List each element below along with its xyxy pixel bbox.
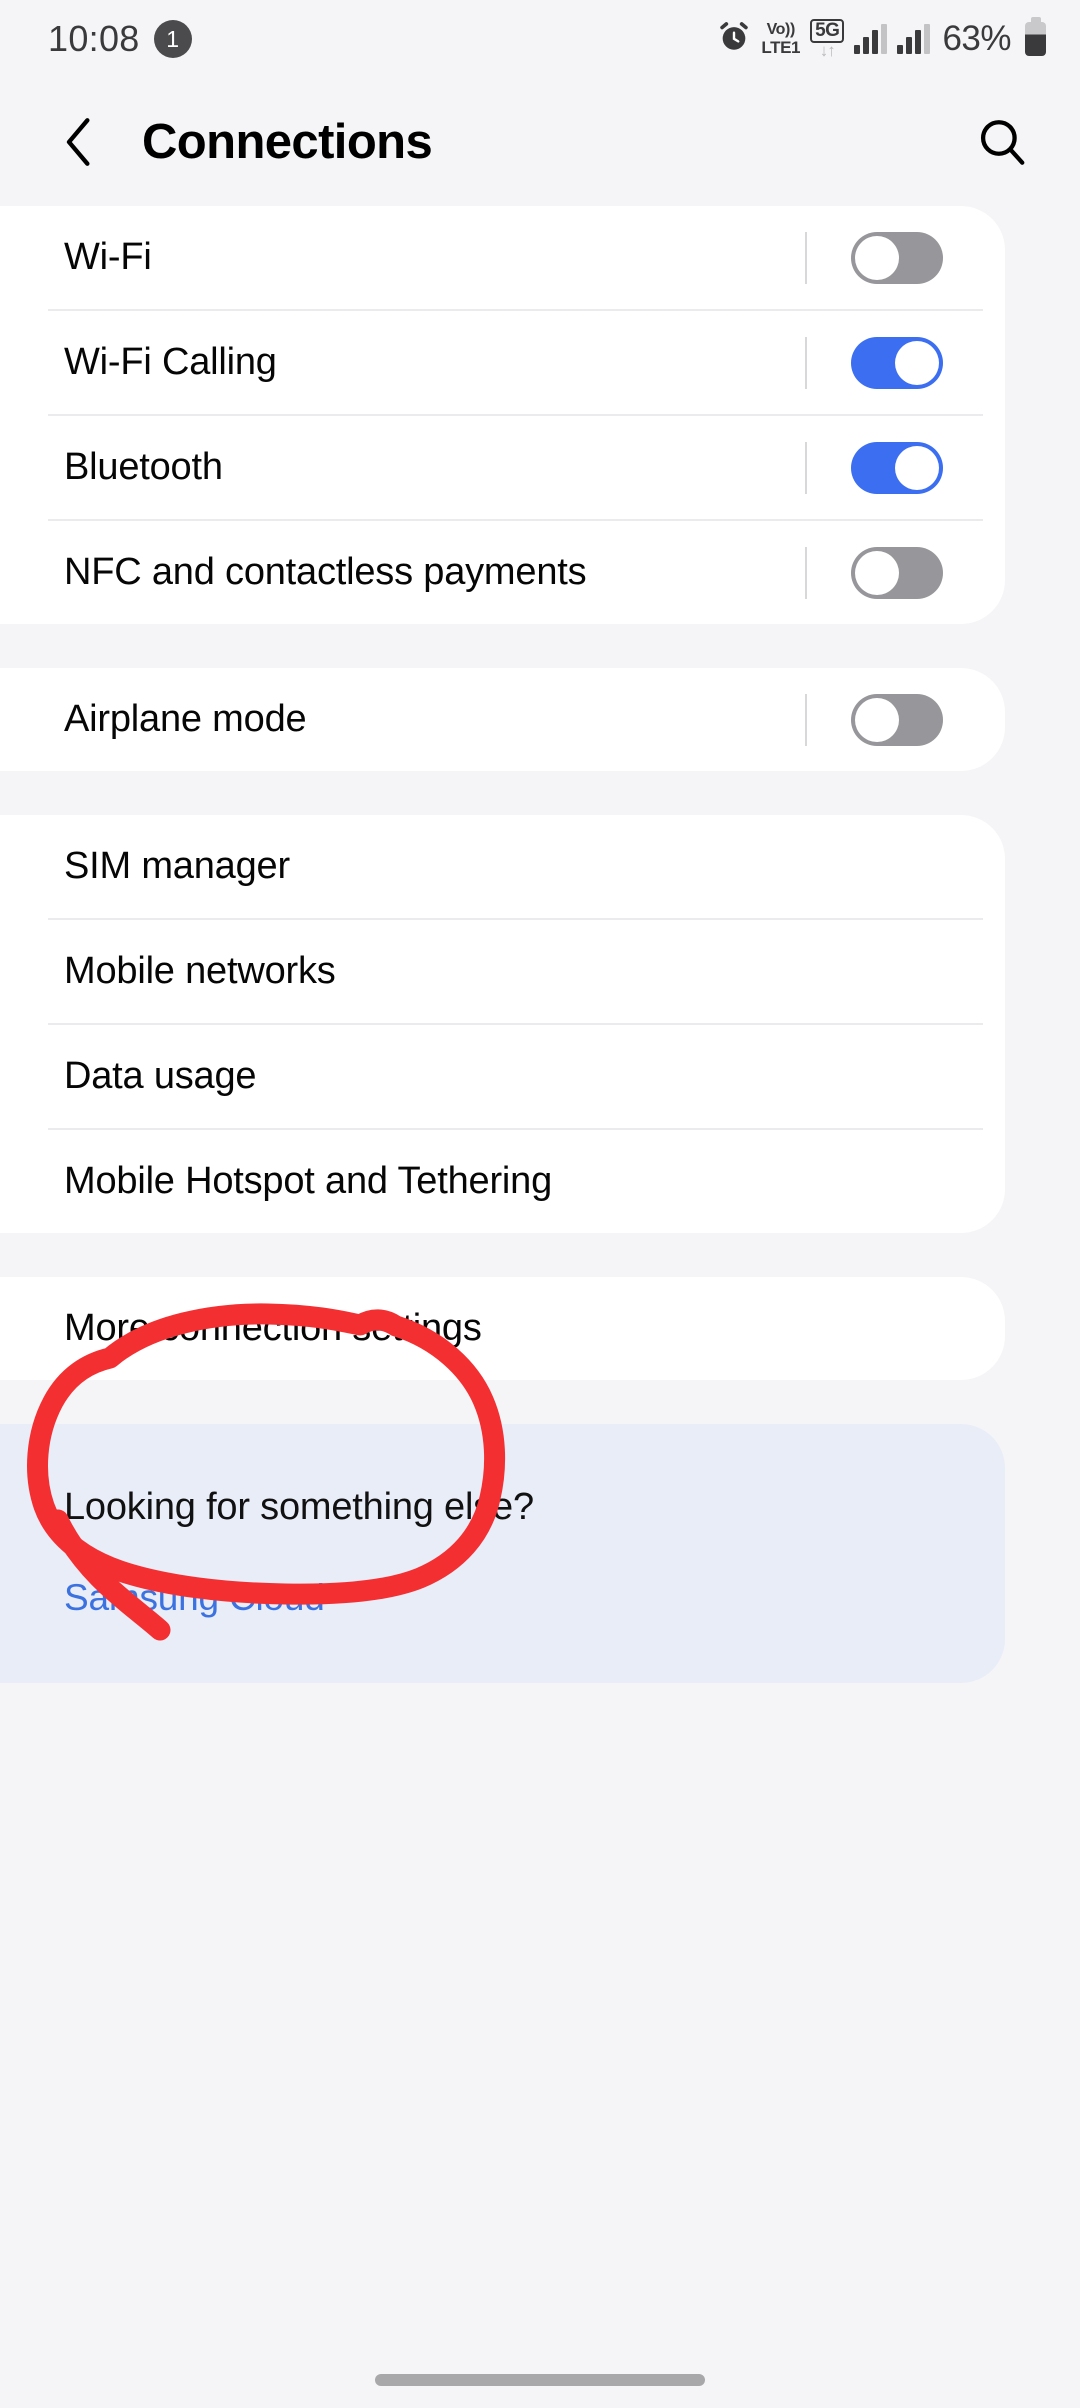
toggle-divider xyxy=(805,231,807,284)
battery-icon xyxy=(1025,22,1046,56)
settings-row-label: Data usage xyxy=(64,1055,257,1097)
back-chevron-icon xyxy=(66,118,90,166)
volte-bottom-label: LTE1 xyxy=(761,38,801,57)
wifi-toggle[interactable] xyxy=(851,231,943,284)
network-type-icon: 5G ↓↑ xyxy=(810,19,845,60)
settings-row-data-usage[interactable]: Data usage xyxy=(0,1025,1005,1128)
toggle-container xyxy=(805,336,1005,389)
promo-card: Looking for something else? Samsung Clou… xyxy=(0,1424,1005,1683)
signal-strength-sim2-icon xyxy=(897,24,931,54)
settings-list: Wi-Fi Wi-Fi Calling Bluetooth NFC and co… xyxy=(0,206,1080,1683)
toggle-container xyxy=(805,231,1005,284)
settings-row-nfc[interactable]: NFC and contactless payments xyxy=(0,521,1005,624)
settings-row-airplane-mode[interactable]: Airplane mode xyxy=(0,668,1005,771)
settings-row-mobile-networks[interactable]: Mobile networks xyxy=(0,920,1005,1023)
toggle-container xyxy=(805,441,1005,494)
network-type-label: 5G xyxy=(810,19,845,43)
settings-row-bluetooth[interactable]: Bluetooth xyxy=(0,416,1005,519)
settings-row-more-connection-settings[interactable]: More connection settings xyxy=(0,1277,1005,1380)
settings-row-wifi-calling[interactable]: Wi-Fi Calling xyxy=(0,311,1005,414)
status-time: 10:08 xyxy=(48,18,140,59)
settings-row-label: Mobile Hotspot and Tethering xyxy=(64,1160,553,1202)
toggle-knob xyxy=(855,550,899,595)
toggle-knob xyxy=(855,697,899,742)
toggle-divider xyxy=(805,546,807,599)
promo-link-samsung-cloud[interactable]: Samsung Cloud xyxy=(64,1577,941,1619)
settings-row-label: Wi-Fi Calling xyxy=(64,341,277,383)
notification-count-badge: 1 xyxy=(153,20,192,58)
back-button[interactable] xyxy=(52,115,106,169)
promo-title: Looking for something else? xyxy=(64,1486,534,1528)
settings-row-label: Bluetooth xyxy=(64,446,223,488)
battery-percent-label: 63% xyxy=(942,19,1011,58)
status-bar-right: Vo)) LTE1 5G ↓↑ 63% xyxy=(717,19,1046,59)
settings-card-more: More connection settings xyxy=(0,1277,1005,1380)
settings-row-label: Wi-Fi xyxy=(64,236,152,278)
status-bar: 10:08 1 Vo)) LTE1 5G ↓↑ 63% xyxy=(0,0,1080,78)
search-button[interactable] xyxy=(972,112,1032,172)
volte-icon: Vo)) LTE1 xyxy=(761,21,801,57)
settings-row-label: NFC and contactless payments xyxy=(64,551,587,593)
settings-row-mobile-hotspot[interactable]: Mobile Hotspot and Tethering xyxy=(0,1130,1005,1233)
settings-row-wifi[interactable]: Wi-Fi xyxy=(0,206,1005,309)
toggle-container xyxy=(805,693,1005,746)
home-gesture-bar[interactable] xyxy=(375,2374,705,2386)
toggle-container xyxy=(805,546,1005,599)
settings-row-label: More connection settings xyxy=(64,1307,482,1349)
status-bar-left: 10:08 1 xyxy=(48,18,192,60)
toggle-knob xyxy=(855,235,899,280)
toggle-divider xyxy=(805,441,807,494)
settings-card-mobile: SIM manager Mobile networks Data usage M… xyxy=(0,815,1005,1233)
settings-row-label: Mobile networks xyxy=(64,950,336,992)
toggle-knob xyxy=(895,445,939,490)
airplane-mode-toggle[interactable] xyxy=(851,693,943,746)
toggle-divider xyxy=(805,693,807,746)
alarm-icon xyxy=(717,20,751,59)
settings-card-airplane: Airplane mode xyxy=(0,668,1005,771)
signal-strength-sim1-icon xyxy=(854,24,888,54)
wifi-calling-toggle[interactable] xyxy=(851,336,943,389)
volte-top-label: Vo)) xyxy=(766,21,796,38)
search-icon xyxy=(980,120,1025,165)
data-transfer-arrows-icon: ↓↑ xyxy=(819,41,836,60)
settings-row-label: SIM manager xyxy=(64,845,290,887)
toggle-knob xyxy=(895,340,939,385)
toggle-divider xyxy=(805,336,807,389)
bluetooth-toggle[interactable] xyxy=(851,441,943,494)
app-bar: Connections xyxy=(0,78,1080,206)
settings-card-radios: Wi-Fi Wi-Fi Calling Bluetooth NFC and co… xyxy=(0,206,1005,624)
page-title: Connections xyxy=(142,115,433,169)
settings-row-sim-manager[interactable]: SIM manager xyxy=(0,815,1005,918)
nfc-toggle[interactable] xyxy=(851,546,943,599)
settings-row-label: Airplane mode xyxy=(64,698,307,740)
